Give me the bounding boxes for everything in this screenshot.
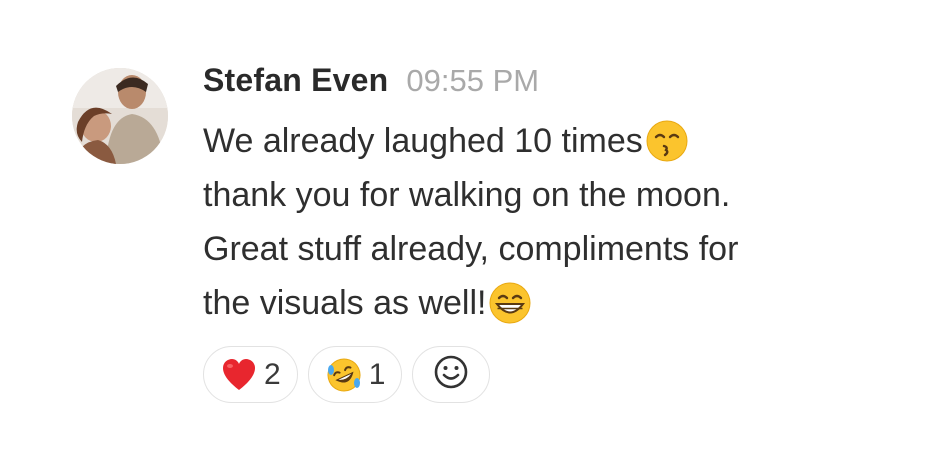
message-body: We already laughed 10 times thank you fo…	[203, 114, 903, 330]
smiley-add-icon	[431, 352, 471, 397]
avatar[interactable]	[72, 68, 168, 164]
avatar-photo	[72, 68, 168, 164]
reaction-heart[interactable]: 2	[203, 346, 298, 403]
grinning-emoji-icon	[488, 281, 532, 325]
message-header: Stefan Even 09:55 PM	[203, 62, 539, 106]
author-name[interactable]: Stefan Even	[203, 62, 388, 99]
heart-emoji-icon	[220, 356, 258, 394]
message-line-text: thank you for walking on the moon.	[203, 176, 731, 214]
add-reaction-button[interactable]	[412, 346, 491, 403]
message-line-text: We already laughed 10 times	[203, 122, 643, 160]
chat-message: Stefan Even 09:55 PM We already laughed …	[0, 0, 938, 469]
message-line: Great stuff already, compliments for	[203, 222, 903, 276]
message-line: the visuals as well!	[203, 276, 903, 330]
reaction-count: 2	[264, 357, 281, 391]
kissing-smiling-eyes-emoji-icon	[645, 119, 689, 163]
message-line-text: the visuals as well!	[203, 284, 487, 322]
message-line-text: Great stuff already, compliments for	[203, 230, 739, 268]
reaction-count: 1	[368, 357, 386, 391]
message-timestamp: 09:55 PM	[406, 63, 540, 98]
message-line: thank you for walking on the moon.	[203, 168, 903, 222]
message-line: We already laughed 10 times	[203, 114, 903, 168]
rofl-emoji-icon	[325, 356, 363, 394]
reaction-rofl[interactable]: 1	[307, 346, 403, 403]
reactions-bar: 2 1	[203, 346, 491, 403]
